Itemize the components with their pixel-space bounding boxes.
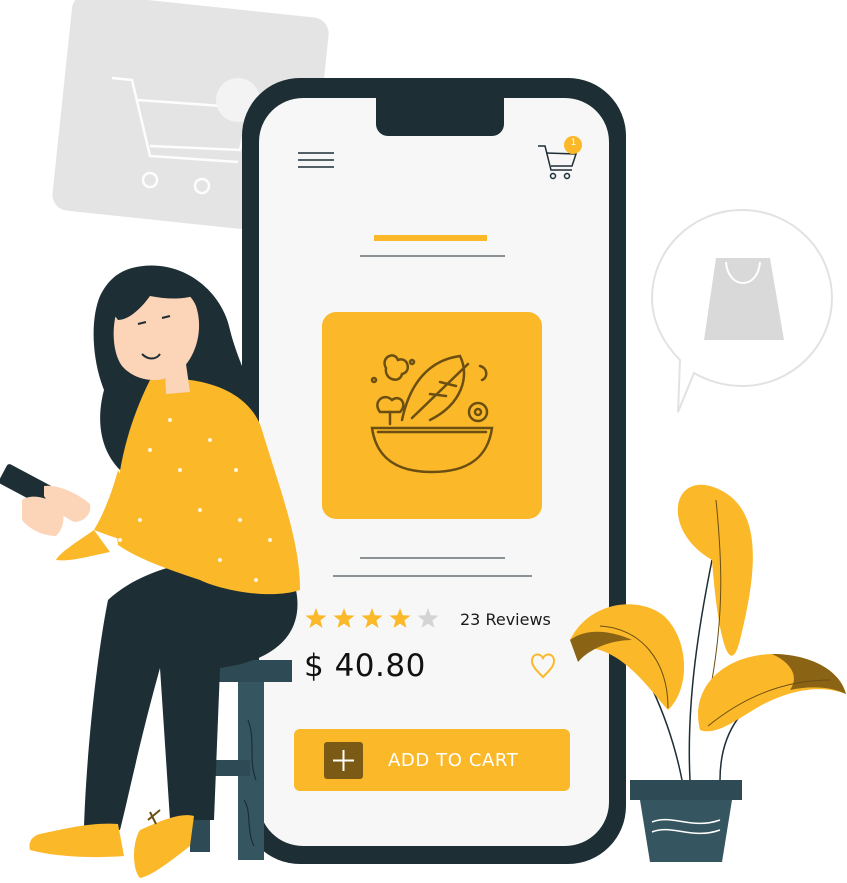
product-price: $ 40.80 [304,648,426,684]
shoe [134,815,194,878]
plant-leaf [698,654,846,732]
cart-count: 1 [570,138,577,148]
product-title-bar [374,235,487,241]
plant-pot-rim [630,780,742,800]
add-to-cart-label: ADD TO CART [388,750,519,771]
plus-icon [324,742,363,779]
shopping-bag-icon [704,258,784,340]
plant-leaf [677,484,753,656]
speech-bubble [650,208,834,413]
reviews-count[interactable]: 23 Reviews [460,610,551,629]
product-image-tile [322,312,542,519]
shoe [29,823,124,858]
add-to-cart-button[interactable]: ADD TO CART [294,729,570,791]
